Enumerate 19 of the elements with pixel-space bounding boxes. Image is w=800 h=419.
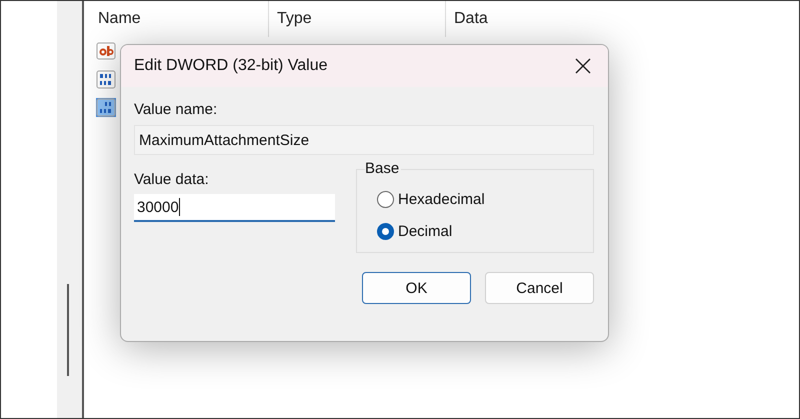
column-header[interactable]: Name [84,1,269,37]
scrollbar-thumb[interactable] [67,284,69,376]
cancel-button[interactable]: Cancel [485,272,594,304]
value-name-label: Value name: [134,101,218,118]
close-icon[interactable] [575,58,591,74]
binary-value-icon[interactable] [96,70,116,88]
binary-value-icon[interactable] [96,98,116,116]
column-header[interactable]: Type [269,1,446,37]
string-value-icon[interactable] [96,42,116,60]
value-data-label: Value data: [134,171,210,188]
dialog-title: Edit DWORD (32-bit) Value [134,57,328,75]
value-data-field[interactable]: 30000 [134,194,335,222]
column-header[interactable]: Data [446,1,646,37]
radio-button[interactable] [377,190,394,208]
value-name-field[interactable]: MaximumAttachmentSize [134,125,594,155]
radio-label[interactable]: Decimal [398,222,452,240]
radio-label[interactable]: Hexadecimal [398,190,485,208]
ok-button[interactable]: OK [362,272,471,304]
radio-button[interactable] [377,222,394,240]
